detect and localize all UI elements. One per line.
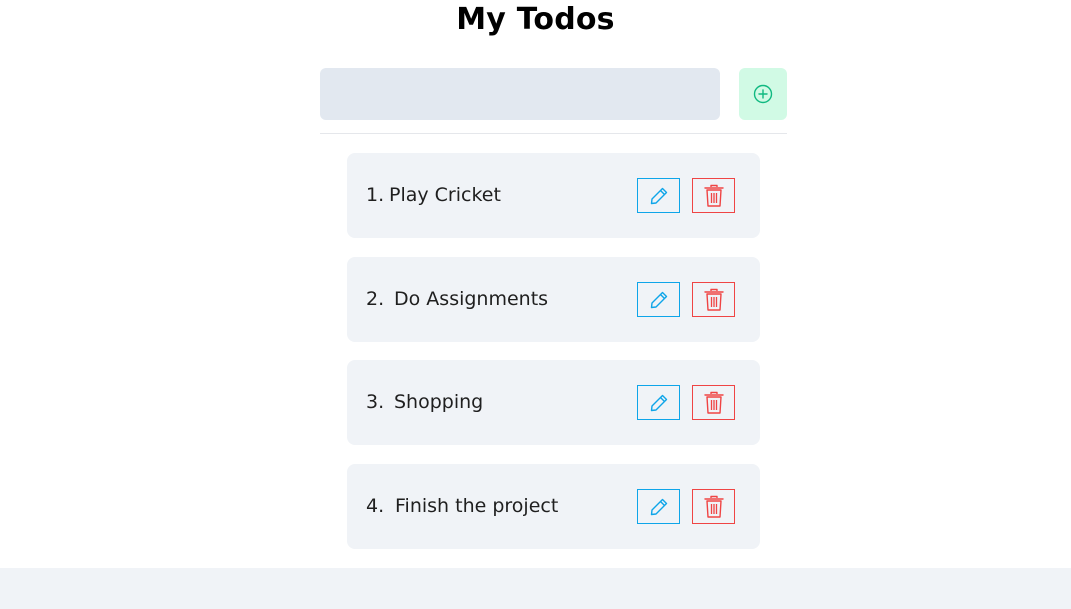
delete-button[interactable]	[692, 178, 735, 213]
delete-button[interactable]	[692, 282, 735, 317]
todo-text: Do Assignments	[394, 288, 549, 310]
trash-icon	[703, 391, 725, 415]
todo-text: Finish the project	[395, 495, 559, 517]
edit-button[interactable]	[637, 178, 680, 213]
footer-bar	[0, 568, 1071, 609]
edit-button[interactable]	[637, 282, 680, 317]
trash-icon	[703, 288, 725, 312]
edit-button[interactable]	[637, 385, 680, 420]
todo-item: 2. Do Assignments	[347, 257, 760, 342]
todo-text: Play Cricket	[389, 184, 501, 206]
pencil-icon	[649, 290, 669, 310]
pencil-icon	[649, 393, 669, 413]
add-todo-button[interactable]	[739, 68, 787, 120]
todo-number: 2.	[366, 288, 385, 310]
pencil-icon	[649, 497, 669, 517]
todo-item: 1. Play Cricket	[347, 153, 760, 238]
todo-app: My Todos 1. Play Cricket 2. Do Assignmen…	[0, 0, 1071, 609]
todo-number: 3.	[366, 391, 385, 413]
plus-circle-icon	[753, 84, 773, 104]
trash-icon	[703, 495, 725, 519]
divider	[320, 133, 787, 134]
todo-item: 3. Shopping	[347, 360, 760, 445]
new-todo-input[interactable]	[320, 68, 720, 120]
delete-button[interactable]	[692, 385, 735, 420]
todo-item: 4. Finish the project	[347, 464, 760, 549]
delete-button[interactable]	[692, 489, 735, 524]
page-title: My Todos	[456, 2, 615, 37]
pencil-icon	[649, 186, 669, 206]
todo-number: 4.	[366, 495, 385, 517]
edit-button[interactable]	[637, 489, 680, 524]
trash-icon	[703, 184, 725, 208]
todo-number: 1.	[366, 184, 385, 206]
todo-text: Shopping	[394, 391, 484, 413]
